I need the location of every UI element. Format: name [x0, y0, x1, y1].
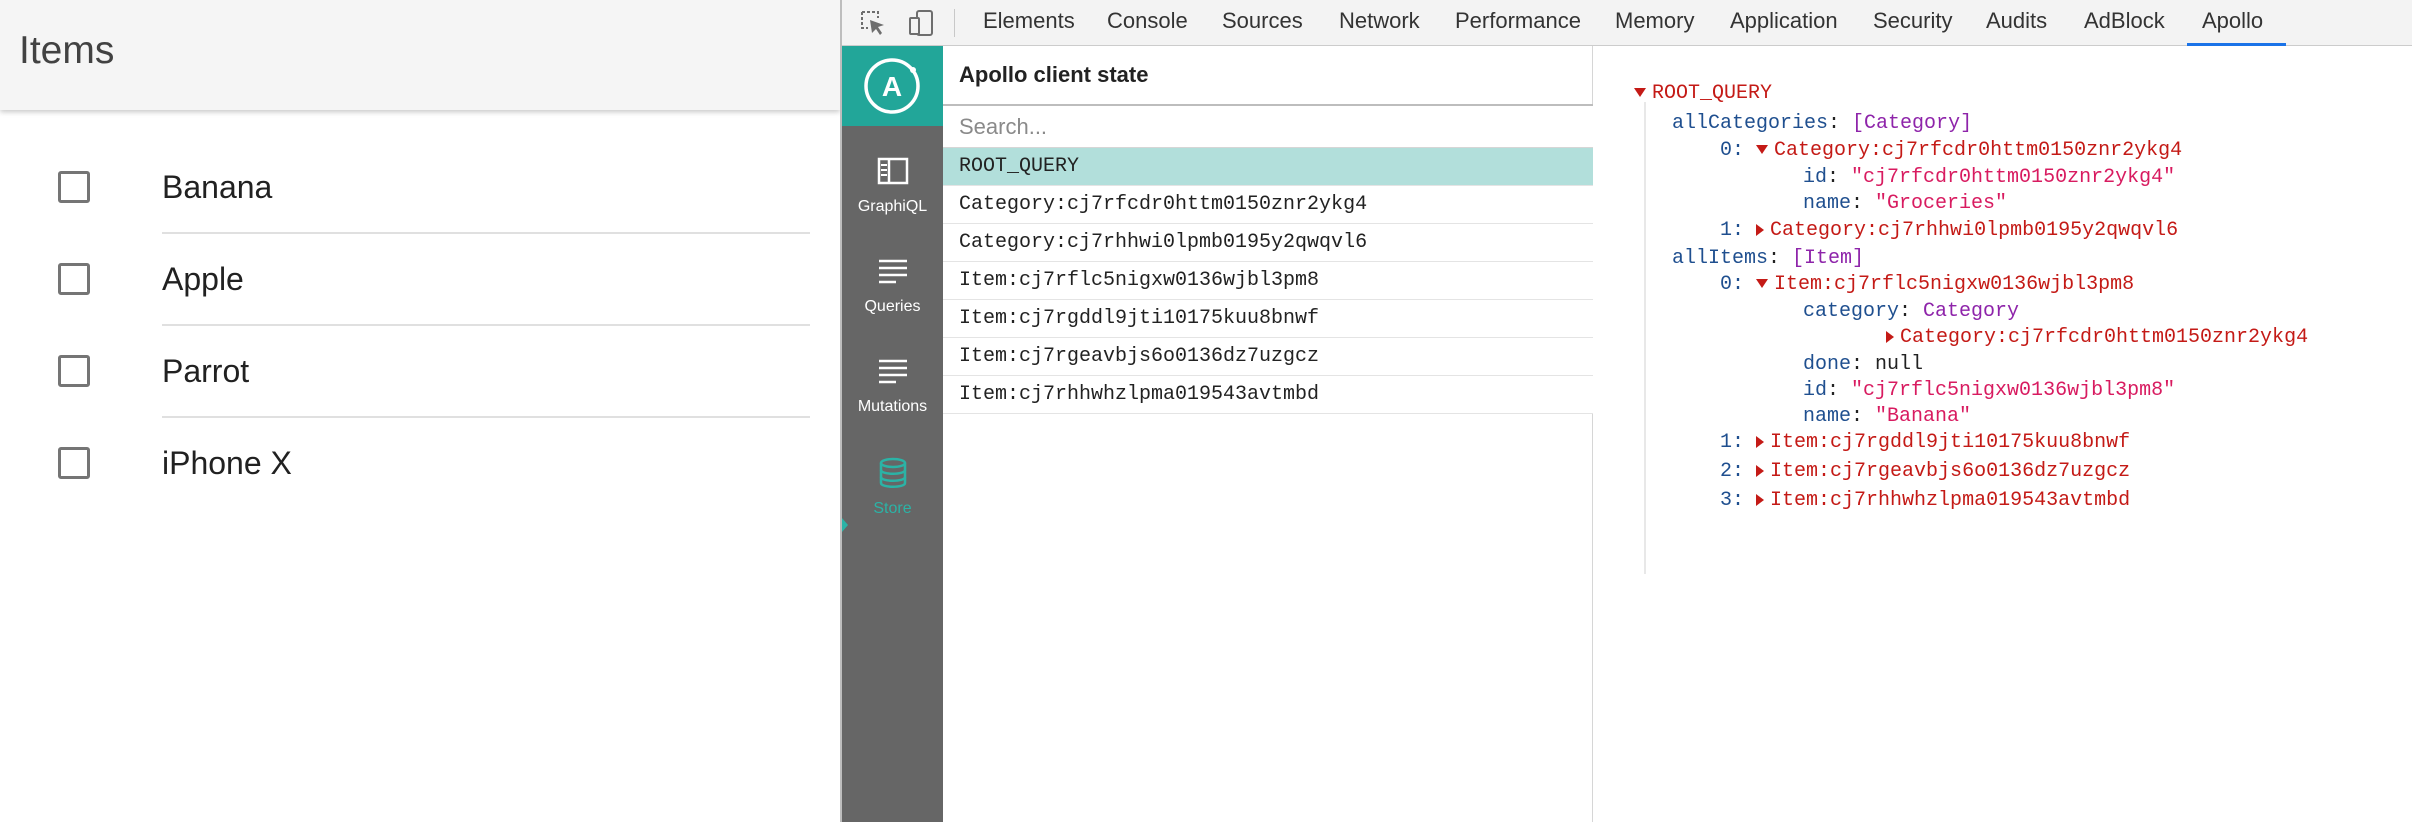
apollo-logo: A — [842, 46, 943, 126]
item-label: iPhone X — [162, 445, 292, 481]
items-app: Items Banana Apple Parrot iPhone X — [0, 0, 840, 822]
tree-node-item-category-ref[interactable]: Category:cj7rfcdr0httm0150znr2ykg4 — [1886, 325, 2308, 351]
item-label: Banana — [162, 169, 273, 205]
collapse-triangle-icon[interactable] — [1756, 435, 1765, 448]
device-toggle-icon[interactable] — [906, 8, 936, 38]
tab-security[interactable]: Security — [1873, 0, 1952, 46]
mutations-icon — [876, 354, 910, 388]
tree-field-category: category: Category — [1803, 300, 2020, 323]
panel-title: Apollo client state — [959, 62, 1149, 87]
tab-network[interactable]: Network — [1339, 0, 1420, 46]
tree-node-item-1[interactable]: 1: Item:cj7rgddl9jti10175kuu8bnwf — [1720, 430, 2130, 456]
store-key-row[interactable]: Item:cj7rgddl9jti10175kuu8bnwf — [943, 300, 1593, 338]
item-checkbox[interactable] — [58, 263, 90, 295]
toolbar-divider — [954, 9, 955, 37]
expand-triangle-icon[interactable] — [1756, 145, 1769, 155]
list-item: Apple — [0, 234, 810, 326]
tree-node-item-0[interactable]: 0: Item:cj7rflc5nigxw0136wjbl3pm8 — [1720, 272, 2134, 298]
store-list-pane: Apollo client state ROOT_QUERY Category:… — [943, 46, 1593, 822]
sidebar-item-store[interactable]: Store — [842, 456, 943, 552]
tree-node-category-1[interactable]: 1: Category:cj7rhhwi0lpmb0195y2qwqvl6 — [1720, 218, 2178, 244]
tree-field-allcategories: allCategories: [Category] — [1672, 112, 1973, 135]
sidebar-item-label: Mutations — [857, 398, 928, 415]
tab-console[interactable]: Console — [1107, 0, 1188, 46]
tree-field-name: name: "Banana" — [1803, 405, 1972, 428]
tree-guide-line — [1644, 102, 1646, 574]
store-key-row[interactable]: ROOT_QUERY — [943, 148, 1593, 186]
collapse-triangle-icon[interactable] — [1756, 223, 1765, 236]
sidebar-item-label: Store — [873, 500, 912, 517]
tab-adblock[interactable]: AdBlock — [2084, 0, 2165, 46]
sidebar-item-queries[interactable]: Queries — [842, 254, 943, 350]
tree-field-id: id: "cj7rflc5nigxw0136wjbl3pm8" — [1803, 379, 2176, 402]
list-item: Parrot — [0, 326, 810, 418]
sidebar-item-mutations[interactable]: Mutations — [842, 354, 943, 450]
tree-field-done: done: null — [1803, 353, 1924, 376]
tab-memory[interactable]: Memory — [1615, 0, 1694, 46]
tree-field-name: name: "Groceries" — [1803, 192, 2008, 215]
app-header: Items — [0, 0, 840, 110]
sidebar-item-label: Queries — [864, 298, 921, 315]
active-sidebar-indicator — [842, 518, 848, 532]
tab-audits[interactable]: Audits — [1986, 0, 2047, 46]
svg-text:A: A — [882, 71, 902, 102]
element-picker-icon[interactable] — [858, 8, 888, 38]
sidebar-item-graphiql[interactable]: GraphiQL — [842, 154, 943, 250]
page-title: Items — [19, 29, 115, 72]
item-label: Apple — [162, 261, 244, 297]
graphiql-icon — [876, 154, 910, 188]
sidebar-item-label: GraphiQL — [857, 198, 928, 215]
store-icon — [876, 456, 910, 490]
item-label: Parrot — [162, 353, 250, 389]
expand-triangle-icon[interactable] — [1634, 88, 1646, 98]
queries-icon — [876, 254, 910, 288]
store-key-row[interactable]: Category:cj7rfcdr0httm0150znr2ykg4 — [943, 186, 1593, 224]
tab-performance[interactable]: Performance — [1455, 0, 1581, 46]
tab-apollo[interactable]: Apollo — [2202, 0, 2263, 46]
devtools-tab-bar: Elements Console Sources Network Perform… — [842, 0, 2412, 46]
store-key-row[interactable]: Category:cj7rhhwi0lpmb0195y2qwqvl6 — [943, 224, 1593, 262]
tree-field-id: id: "cj7rfcdr0httm0150znr2ykg4" — [1803, 166, 2176, 189]
store-detail-tree: ROOT_QUERY allCategories: [Category] 0: … — [1594, 46, 2412, 822]
expand-triangle-icon[interactable] — [1756, 279, 1769, 289]
tree-node-item-2[interactable]: 2: Item:cj7rgeavbjs6o0136dz7uzgcz — [1720, 459, 2130, 485]
tree-node-category-0[interactable]: 0: Category:cj7rfcdr0httm0150znr2ykg4 — [1720, 138, 2182, 164]
collapse-triangle-icon[interactable] — [1756, 493, 1765, 506]
store-key-row[interactable]: Item:cj7rgeavbjs6o0136dz7uzgcz — [943, 338, 1593, 376]
item-checkbox[interactable] — [58, 447, 90, 479]
item-checkbox[interactable] — [58, 355, 90, 387]
tree-node-item-3[interactable]: 3: Item:cj7rhhwhzlpma019543avtmbd — [1720, 488, 2130, 514]
tab-application[interactable]: Application — [1730, 0, 1838, 46]
list-item: Banana — [0, 142, 810, 234]
tree-node-root[interactable]: ROOT_QUERY — [1634, 81, 1772, 107]
store-key-row[interactable]: Item:cj7rflc5nigxw0136wjbl3pm8 — [943, 262, 1593, 300]
tab-sources[interactable]: Sources — [1222, 0, 1303, 46]
store-key-row[interactable]: Item:cj7rhhwhzlpma019543avtmbd — [943, 376, 1593, 414]
item-checkbox[interactable] — [58, 171, 90, 203]
tab-elements[interactable]: Elements — [983, 0, 1075, 46]
list-item: iPhone X — [0, 418, 810, 510]
collapse-triangle-icon[interactable] — [1886, 330, 1894, 343]
search-input[interactable] — [943, 106, 1593, 148]
collapse-triangle-icon[interactable] — [1756, 464, 1765, 477]
tree-field-allitems: allItems: [Item] — [1672, 247, 1865, 270]
apollo-sidebar: A GraphiQL Queries Mutations Store — [842, 46, 943, 822]
devtools-panel: Elements Console Sources Network Perform… — [840, 0, 2412, 822]
